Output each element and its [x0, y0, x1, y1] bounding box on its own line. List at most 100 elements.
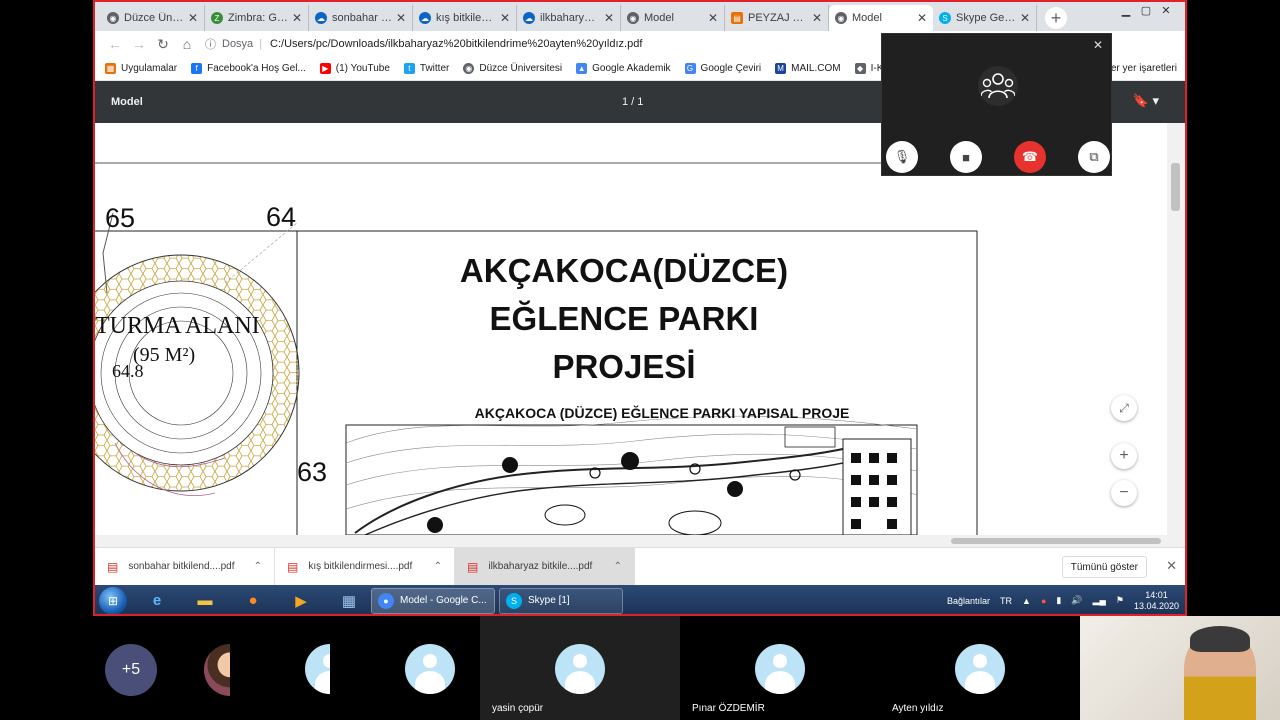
bookmark-facebook[interactable]: f Facebook'a Hoş Gel... [191, 63, 306, 74]
calculator-icon[interactable]: ▦ [331, 587, 367, 615]
grid-number-63: 63 [297, 457, 327, 487]
tab-model-1[interactable]: ◉ Model ✕ [621, 5, 725, 31]
download-item-sonbahar[interactable]: ▤ sonbahar bitkilend....pdf ⌃ [95, 547, 275, 586]
bookmark-translate[interactable]: G Google Çeviri [684, 63, 761, 74]
close-icon[interactable]: ✕ [812, 11, 822, 25]
address-bar[interactable]: ⓘ Dosya | C:/Users/pc/Downloads/ilkbahar… [205, 33, 642, 55]
chevron-up-icon[interactable]: ⌃ [434, 561, 442, 572]
close-icon[interactable]: ✕ [396, 11, 406, 25]
tab-duzce[interactable]: ◉ Düzce Üniv... ✕ [101, 5, 205, 31]
project-title-line-2: EĞLENCE PARKI [490, 300, 759, 337]
close-icon[interactable]: ✕ [1166, 558, 1177, 574]
tab-zimbra[interactable]: Z Zimbra: Gel... ✕ [205, 5, 309, 31]
close-icon[interactable]: ✕ [604, 11, 614, 25]
language-indicator[interactable]: TR [1000, 596, 1012, 606]
url-text[interactable]: C:/Users/pc/Downloads/ilkbaharyaz%20bitk… [270, 38, 642, 50]
meeting-screen: ◉ Düzce Üniv... ✕ Z Zimbra: Gel... ✕ ☁ sonbah… [0, 0, 1280, 720]
youtube-icon: ▶ [319, 63, 331, 74]
close-icon[interactable]: ✕ [1093, 38, 1103, 52]
tab-skype[interactable]: S Skype Geri... ✕ [933, 5, 1037, 31]
bookmark-duzce[interactable]: ◉ Düzce Üniversitesi [463, 63, 562, 74]
tab-kis[interactable]: ☁ kış bitkilend... ✕ [413, 5, 517, 31]
back-arrow-icon[interactable]: ← [103, 36, 127, 52]
fit-page-button[interactable]: ⤢ [1111, 395, 1137, 421]
download-item-ilkbahar[interactable]: ▤ ilkbaharyaz bitkile....pdf ⌃ [455, 547, 635, 586]
project-title-line-1: AKÇAKOCA(DÜZCE) [460, 252, 788, 289]
participant-tile-pinar[interactable]: Pınar ÖZDEMİR [680, 616, 880, 720]
default-avatar-icon [555, 644, 605, 694]
close-icon[interactable]: ✕ [292, 11, 302, 25]
call-control-panel: ✕ 🎙 ■ ☎ ⧉ [881, 33, 1112, 176]
bookmark-scholar[interactable]: ▲ Google Akademik [576, 63, 671, 74]
links-toolbar[interactable]: Bağlantılar [947, 596, 990, 606]
flag-icon[interactable]: ⚑ [1116, 595, 1124, 606]
participant-name: Pınar ÖZDEMİR [692, 703, 765, 714]
signal-icon[interactable]: ▂▄ [1093, 595, 1106, 606]
bookmark-menu-icon[interactable]: 🔖 ▾ [1133, 93, 1159, 109]
file-explorer-icon[interactable]: ▬ [187, 587, 223, 615]
tray-expand-icon[interactable]: ▲ [1022, 596, 1031, 606]
default-avatar-icon [755, 644, 805, 694]
network-icon[interactable]: ▮ [1056, 595, 1061, 606]
show-all-button[interactable]: Tümünü göster [1061, 556, 1147, 578]
globe-icon: ◉ [627, 12, 639, 24]
mail-icon: M [775, 63, 787, 74]
participant-video-feed[interactable] [1080, 616, 1280, 720]
horizontal-scrollbar[interactable] [95, 535, 1185, 547]
close-icon[interactable]: ✕ [917, 11, 927, 25]
tab-peyzaj[interactable]: ▤PEYZAJ TAS...✕ [725, 5, 829, 31]
reload-icon[interactable]: ↻ [151, 36, 175, 53]
facebook-icon: f [191, 63, 203, 74]
chevron-up-icon[interactable]: ⌃ [614, 561, 622, 572]
hang-up-button[interactable]: ☎ [1014, 141, 1046, 173]
window-controls: ▁ ▢ ✕ [1119, 4, 1173, 17]
tab-sonbahar[interactable]: ☁ sonbahar bi... ✕ [309, 5, 413, 31]
chevron-up-icon[interactable]: ⌃ [254, 561, 262, 572]
pdf-viewport[interactable]: 65 64 63 TURMA ALANI (95 M²) 64.8 AKÇAKO… [95, 123, 1185, 535]
close-icon[interactable]: ✕ [708, 11, 718, 25]
volume-icon[interactable]: 🔊 [1071, 595, 1082, 606]
participant-tile-ayten[interactable]: Ayten yıldız [880, 616, 1080, 720]
microphone-button[interactable]: 🎙 [886, 141, 918, 173]
participant-name: Ayten yıldız [892, 703, 944, 714]
minimize-icon[interactable]: ▁ [1119, 4, 1133, 17]
bookmark-twitter[interactable]: t Twitter [403, 63, 449, 74]
onedrive-icon: ☁ [419, 12, 431, 24]
bookmark-youtube[interactable]: ▶ (1) YouTube [319, 63, 390, 74]
time: 14:01 [1145, 589, 1168, 600]
pdf-file-icon: ▤ [287, 559, 299, 574]
participant-tile-yasin[interactable]: yasin çopür [480, 616, 680, 720]
bookmark-apps[interactable]: ▦ Uygulamalar [105, 63, 177, 74]
task-chrome[interactable]: ● Model - Google C... [371, 587, 495, 614]
start-button[interactable]: ⊞ [99, 586, 127, 614]
tab-model-active[interactable]: ◉ Model ✕ [829, 5, 933, 31]
new-tab-button[interactable]: + [1045, 7, 1067, 29]
close-window-icon[interactable]: ✕ [1159, 4, 1173, 17]
info-icon[interactable]: ⓘ [205, 36, 216, 52]
onedrive-icon: ☁ [315, 12, 327, 24]
more-participants-badge[interactable]: +5 [105, 644, 157, 696]
zoom-out-button[interactable]: − [1111, 480, 1137, 506]
other-bookmarks[interactable]: er yer işaretleri [1111, 63, 1177, 74]
download-item-kis[interactable]: ▤ kış bitkilendirmesi....pdf ⌃ [275, 547, 455, 586]
switch-window-button[interactable]: ⧉ [1078, 141, 1110, 173]
zoom-in-button[interactable]: + [1111, 443, 1137, 469]
forward-arrow-icon[interactable]: → [127, 36, 151, 52]
internet-explorer-icon[interactable]: e [139, 587, 175, 615]
media-player-icon[interactable]: ▶ [283, 587, 319, 615]
firefox-icon[interactable]: ● [235, 587, 271, 615]
tab-ilkbahar[interactable]: ☁ ilkbaharyaz... ✕ [517, 5, 621, 31]
task-skype[interactable]: S Skype [1] [499, 587, 623, 614]
maximize-icon[interactable]: ▢ [1139, 4, 1153, 17]
antivirus-icon[interactable]: ● [1041, 596, 1046, 606]
close-icon[interactable]: ✕ [188, 11, 198, 25]
bookmark-mail[interactable]: M MAIL.COM [775, 63, 841, 74]
home-icon[interactable]: ⌂ [175, 36, 199, 52]
camera-button[interactable]: ■ [950, 141, 982, 173]
vertical-scrollbar[interactable] [1167, 123, 1185, 535]
translate-icon: G [684, 63, 696, 74]
tab-strip: ◉ Düzce Üniv... ✕ Z Zimbra: Gel... ✕ ☁ sonbah… [95, 2, 1185, 31]
close-icon[interactable]: ✕ [1020, 11, 1030, 25]
clock[interactable]: 14:01 13.04.2020 [1134, 590, 1179, 612]
close-icon[interactable]: ✕ [500, 11, 510, 25]
